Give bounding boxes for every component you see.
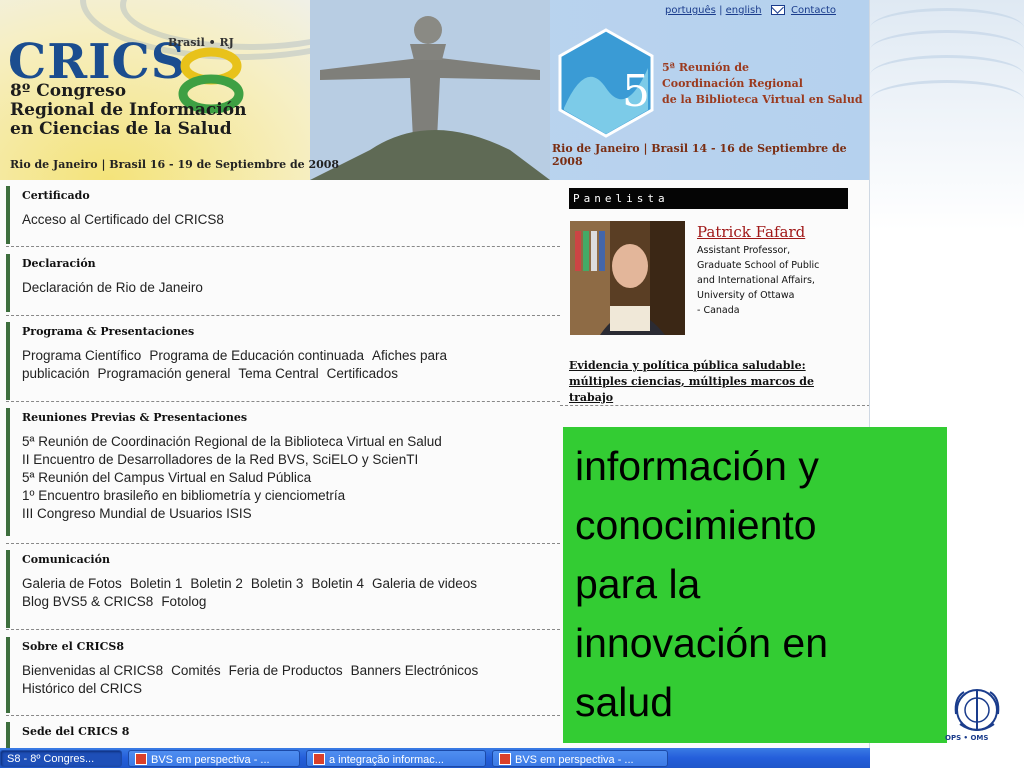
powerpoint-icon xyxy=(135,753,147,765)
link-reunion-campus-virtual[interactable]: 5ª Reunión del Campus Virtual en Salud P… xyxy=(22,469,560,487)
link-acceso-certificado[interactable]: Acceso al Certificado del CRICS8 xyxy=(22,212,224,227)
section-sobre-crics8: Sobre el CRICS8 Bienvenidas al CRICS8 Com… xyxy=(6,637,560,713)
reunion-number: 5 xyxy=(622,66,650,117)
panelist-name-link[interactable]: Patrick Fafard xyxy=(697,223,805,241)
link-english[interactable]: english xyxy=(726,5,762,16)
link-programa-cientifico[interactable]: Programa Científico xyxy=(22,348,141,363)
link-encuentro-desarrolladores[interactable]: II Encuentro de Desarrolladores de la Re… xyxy=(22,451,560,469)
link-galeria-videos[interactable]: Galeria de videos xyxy=(372,576,477,591)
mail-icon[interactable] xyxy=(770,5,785,15)
reunion-dates: Rio de Janeiro | Brasil 14 - 16 de Septi… xyxy=(552,142,847,168)
taskbar-item-bvs-perspectiva-1[interactable]: BVS em perspectiva - ... xyxy=(128,750,300,767)
christ-redeemer-image xyxy=(310,0,550,180)
section-certificado: Certificado Acceso al Certificado del CR… xyxy=(6,186,560,244)
panelist-talk-link[interactable]: Evidencia y política pública saludable: … xyxy=(569,358,829,406)
taskbar-item-crics8[interactable]: S8 - 8º Congres... xyxy=(0,750,122,767)
section-title: Certificado xyxy=(22,189,90,202)
taskbar-item-bvs-perspectiva-2[interactable]: BVS em perspectiva - ... xyxy=(492,750,668,767)
link-portugues[interactable]: português xyxy=(665,5,716,16)
link-contacto[interactable]: Contacto xyxy=(791,5,836,16)
slide-text: información y conocimiento para la innov… xyxy=(575,443,829,725)
link-bienvenidas[interactable]: Bienvenidas al CRICS8 xyxy=(22,663,163,678)
link-banners[interactable]: Banners Electrónicos xyxy=(351,663,479,678)
powerpoint-icon xyxy=(499,753,511,765)
section-title: Programa & Presentaciones xyxy=(22,325,195,338)
language-links: português | english Contacto xyxy=(665,5,836,16)
section-programa: Programa & Presentaciones Programa Cient… xyxy=(6,322,560,400)
link-comites[interactable]: Comités xyxy=(171,663,221,678)
reunion-title: 5ª Reunión de Coordinación Regional de l… xyxy=(662,61,863,106)
ops-oms-label: OPS • OMS xyxy=(945,734,989,742)
link-reunion-coordinacion[interactable]: 5ª Reunión de Coordinación Regional de l… xyxy=(22,433,560,451)
link-encuentro-bibliometria[interactable]: 1º Encuentro brasileño en bibliometría y… xyxy=(22,487,560,505)
link-programa-educacion[interactable]: Programa de Educación continuada xyxy=(149,348,364,363)
powerpoint-icon xyxy=(313,753,325,765)
section-comunicacion: Comunicación Galeria de Fotos Boletin 1 Bo… xyxy=(6,550,560,628)
link-fotolog[interactable]: Fotolog xyxy=(161,594,206,609)
crics-banner: CRICS Brasil • RJ 8º Congreso Regional d… xyxy=(0,0,869,180)
panelist-photo xyxy=(570,221,685,335)
congress-dates: Rio de Janeiro | Brasil 16 - 19 de Septi… xyxy=(10,158,340,171)
bvs5-hexagon-logo: 5 xyxy=(558,28,654,138)
panelist-description: Assistant Professor, Graduate School of … xyxy=(697,245,820,316)
link-galeria-fotos[interactable]: Galeria de Fotos xyxy=(22,576,122,591)
panelista-header: Panelista xyxy=(569,188,848,209)
congress-name: 8º Congreso Regional de Información en C… xyxy=(10,81,247,139)
link-certificados[interactable]: Certificados xyxy=(327,366,398,381)
link-programacion-general[interactable]: Programación general xyxy=(98,366,231,381)
section-title: Comunicación xyxy=(22,553,110,566)
windows-taskbar: S8 - 8º Congres... BVS em perspectiva - … xyxy=(0,748,870,768)
link-feria-productos[interactable]: Feria de Productos xyxy=(229,663,343,678)
section-declaracion: Declaración Declaración de Rio de Janeir… xyxy=(6,254,560,312)
section-reuniones-previas: Reuniones Previas & Presentaciones 5ª Re… xyxy=(6,408,560,536)
section-title: Declaración xyxy=(22,257,96,270)
section-title: Sede del CRICS 8 xyxy=(22,725,130,738)
link-congreso-isis[interactable]: III Congreso Mundial de Usuarios ISIS xyxy=(22,505,560,523)
brasil-rj-label: Brasil • RJ xyxy=(168,36,234,49)
section-sede: Sede del CRICS 8 xyxy=(6,722,560,748)
section-title: Sobre el CRICS8 xyxy=(22,640,124,653)
link-historico[interactable]: Histórico del CRICS xyxy=(22,681,142,696)
section-title: Reuniones Previas & Presentaciones xyxy=(22,411,248,424)
link-boletin-4[interactable]: Boletin 4 xyxy=(311,576,364,591)
link-boletin-3[interactable]: Boletin 3 xyxy=(251,576,304,591)
slide-text-box: información y conocimiento para la innov… xyxy=(563,427,947,743)
link-declaracion-rio[interactable]: Declaración de Rio de Janeiro xyxy=(22,280,203,295)
link-tema-central[interactable]: Tema Central xyxy=(238,366,318,381)
link-boletin-1[interactable]: Boletin 1 xyxy=(130,576,183,591)
taskbar-item-integracao[interactable]: a integração informac... xyxy=(306,750,486,767)
link-blog[interactable]: Blog BVS5 & CRICS8 xyxy=(22,594,153,609)
link-boletin-2[interactable]: Boletin 2 xyxy=(190,576,243,591)
